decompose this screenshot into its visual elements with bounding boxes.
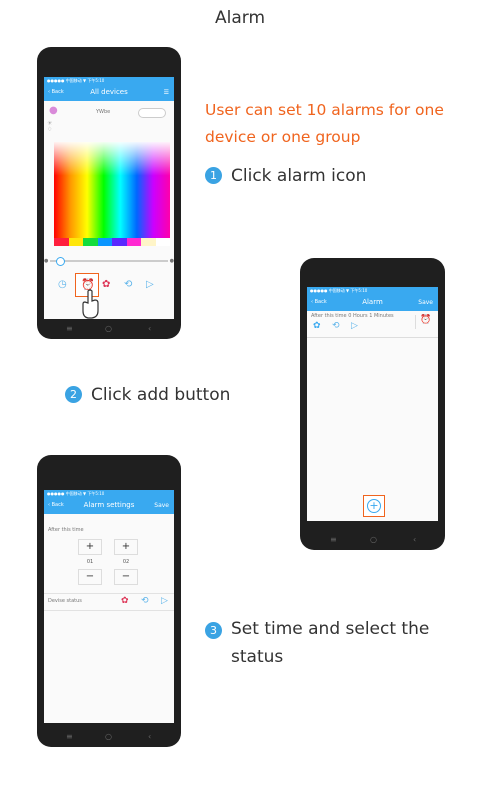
bulb-icon: ●: [49, 105, 58, 116]
menu-icon[interactable]: ☰: [164, 84, 169, 101]
power-toggle[interactable]: [138, 108, 166, 118]
hardware-keys: ≡ ○ ‹: [37, 319, 181, 339]
add-alarm-button[interactable]: +: [363, 495, 385, 517]
home-key-icon[interactable]: ○: [370, 535, 377, 544]
status-bar: ●●●●● 中国移动 ▼ 下午5:10: [307, 287, 438, 294]
minutes-value: 02: [122, 559, 130, 565]
phone-all-devices: ●●●●● 中国移动 ▼ 下午5:10 ‹ Back All devices ☰…: [37, 47, 181, 339]
step-number-3: 3: [205, 622, 222, 639]
plus-circle-icon: +: [367, 499, 381, 513]
device-status-row: Devise status ✿ ⟲ ▷: [44, 593, 174, 611]
hours-value: 01: [86, 559, 94, 565]
back-key-icon[interactable]: ‹: [148, 324, 151, 333]
brightness-slider[interactable]: ● ●: [44, 257, 174, 266]
color-picker[interactable]: [54, 142, 170, 238]
nav-title: Alarm settings: [83, 501, 135, 509]
step-number-1: 1: [205, 167, 222, 184]
slider-max-icon: ●: [169, 258, 174, 264]
brightness-icon: ☀ ♢: [47, 120, 53, 133]
menu-key-icon[interactable]: ≡: [66, 324, 73, 333]
back-button[interactable]: ‹ Back: [311, 294, 327, 311]
page-title: Alarm: [214, 8, 266, 28]
menu-key-icon[interactable]: ≡: [66, 732, 73, 741]
step-3-text: Set time and select the status: [231, 619, 430, 667]
color-presets[interactable]: [54, 238, 170, 246]
step-2-text: Click add button: [91, 385, 231, 405]
phone-alarm-settings: ●●●●● 中国移动 ▼ 下午5:10 ‹ Back Alarm setting…: [37, 455, 181, 747]
hardware-keys: ≡ ○ ‹: [37, 727, 181, 747]
history-icon[interactable]: ⟲: [124, 279, 132, 290]
nav-bar: ‹ Back Alarm Save: [307, 294, 438, 311]
hours-stepper: + 01 −: [78, 539, 102, 587]
device-row: ● YWbe: [48, 105, 170, 119]
hours-decrement-button[interactable]: −: [78, 569, 102, 585]
back-button[interactable]: ‹ Back: [48, 84, 64, 101]
nav-title: All devices: [90, 88, 128, 96]
divider: [415, 315, 416, 329]
hours-increment-button[interactable]: +: [78, 539, 102, 555]
alarm-item[interactable]: After this time 0 Hours 1 Minutes ✿ ⟲ ▷ …: [307, 311, 438, 338]
play-icon[interactable]: ▷: [146, 279, 154, 290]
minutes-decrement-button[interactable]: −: [114, 569, 138, 585]
history-icon: ⟲: [332, 321, 340, 331]
menu-key-icon[interactable]: ≡: [330, 535, 337, 544]
color-circles-icon: ✿: [313, 321, 321, 331]
intro-text: User can set 10 alarms for one device or…: [205, 101, 444, 146]
alarm-item-text: After this time 0 Hours 1 Minutes: [311, 313, 394, 319]
nav-bar: ‹ Back All devices ☰: [44, 84, 174, 101]
history-icon[interactable]: ⟲: [141, 596, 149, 606]
status-bar: ●●●●● 中国移动 ▼ 下午5:10: [44, 490, 174, 497]
bottom-toolbar: ◷ ⏰ ✿ ⟲ ▷: [54, 273, 170, 297]
color-circles-icon[interactable]: ✿: [102, 279, 110, 290]
slider-handle[interactable]: [56, 257, 65, 266]
device-status-label: Devise status: [48, 598, 82, 604]
color-circles-icon[interactable]: ✿: [121, 596, 129, 606]
clock-icon[interactable]: ◷: [58, 279, 67, 290]
step-1-text: Click alarm icon: [231, 166, 367, 186]
home-key-icon[interactable]: ○: [105, 324, 112, 333]
back-key-icon[interactable]: ‹: [148, 732, 151, 741]
home-key-icon[interactable]: ○: [105, 732, 112, 741]
nav-title: Alarm: [362, 298, 383, 306]
back-button[interactable]: ‹ Back: [48, 497, 64, 514]
nav-bar: ‹ Back Alarm settings Save: [44, 497, 174, 514]
alarm-clock-icon: ⏰: [420, 315, 432, 325]
minutes-stepper: + 02 −: [114, 539, 138, 587]
device-name: YWbe: [96, 109, 111, 115]
phone-alarm-list: ●●●●● 中国移动 ▼ 下午5:10 ‹ Back Alarm Save Af…: [300, 258, 445, 550]
slider-min-icon: ●: [44, 258, 49, 264]
step-3: 3 Set time and select the status: [205, 619, 475, 671]
screen-all-devices: ●●●●● 中国移动 ▼ 下午5:10 ‹ Back All devices ☰…: [44, 77, 174, 319]
step-1: 1 Click alarm icon: [205, 166, 366, 186]
screen-alarm-settings: ●●●●● 中国移动 ▼ 下午5:10 ‹ Back Alarm setting…: [44, 490, 174, 723]
step-2: 2 Click add button: [65, 385, 230, 405]
tap-hand-icon: [80, 289, 102, 319]
save-button[interactable]: Save: [418, 294, 433, 311]
step-number-2: 2: [65, 386, 82, 403]
play-icon: ▷: [351, 321, 358, 331]
after-this-time-label: After this time: [48, 527, 84, 533]
play-icon[interactable]: ▷: [161, 596, 168, 606]
save-button[interactable]: Save: [154, 497, 169, 514]
screen-alarm-list: ●●●●● 中国移动 ▼ 下午5:10 ‹ Back Alarm Save Af…: [307, 287, 438, 521]
hardware-keys: ≡ ○ ‹: [300, 530, 445, 550]
status-bar: ●●●●● 中国移动 ▼ 下午5:10: [44, 77, 174, 84]
minutes-increment-button[interactable]: +: [114, 539, 138, 555]
back-key-icon[interactable]: ‹: [413, 535, 416, 544]
